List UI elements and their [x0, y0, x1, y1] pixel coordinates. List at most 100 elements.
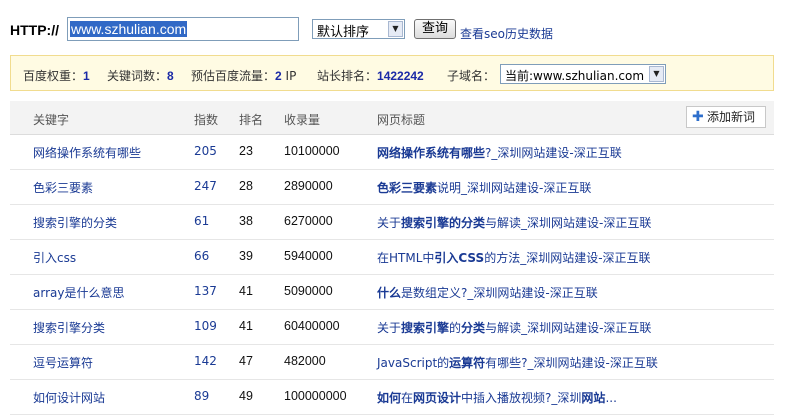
index-link[interactable]: 61: [194, 214, 209, 228]
page-title-link[interactable]: 关于搜索引擎的分类与解读_深圳网站建设-深正互联: [377, 319, 651, 336]
title-segment: 在HTML中: [377, 251, 435, 265]
keyword-count-value: 8: [167, 69, 174, 83]
protocol-label: HTTP://: [10, 22, 59, 38]
stat-baidu-weight: 百度权重：1: [23, 69, 90, 83]
table-body: 网络操作系统有哪些 205 23 10100000 网络操作系统有哪些?_深圳网站建设-…: [10, 135, 774, 415]
title-segment: 关于: [377, 321, 402, 335]
indexed-count: 5090000: [284, 284, 333, 298]
index-link[interactable]: 137: [194, 284, 217, 298]
index-link[interactable]: 89: [194, 389, 209, 403]
query-button[interactable]: 查询: [414, 19, 456, 39]
title-segment: 关于: [377, 216, 402, 230]
title-segment: 与解读_深圳网站建设-深正互联: [485, 321, 652, 335]
title-segment: 网页设计: [413, 391, 462, 405]
table-row: 搜索引擎的分类 61 38 6270000 关于搜索引擎的分类与解读_深圳网站建设-深正…: [10, 205, 774, 240]
sort-select[interactable]: 默认排序 ▼: [312, 19, 405, 40]
index-link[interactable]: 205: [194, 144, 217, 158]
title-segment: 在: [401, 391, 414, 405]
table-row: 色彩三要素 247 28 2890000 色彩三要素说明_深圳网站建设-深正互联: [10, 170, 774, 205]
title-segment: 搜索引擎: [401, 321, 450, 335]
stat-traffic: 预估百度流量：2 IP: [191, 69, 297, 83]
title-segment: 分类: [461, 321, 486, 335]
title-segment: 网络操作系统有哪些: [377, 146, 486, 160]
page-title-link[interactable]: 在HTML中引入CSS的方法_深圳网站建设-深正互联: [377, 249, 651, 266]
chevron-down-icon[interactable]: ▼: [388, 21, 403, 37]
keyword-link[interactable]: 网络操作系统有哪些: [33, 144, 141, 161]
title-segment: 与解读_深圳网站建设-深正互联: [485, 216, 652, 230]
rank-value: 41: [239, 284, 253, 298]
chevron-down-icon[interactable]: ▼: [649, 66, 664, 82]
keyword-link[interactable]: array是什么意思: [33, 284, 124, 301]
indexed-count: 5940000: [284, 249, 333, 263]
keyword-link[interactable]: 搜索引擎分类: [33, 319, 105, 336]
page-title-link[interactable]: 网络操作系统有哪些?_深圳网站建设-深正互联: [377, 144, 622, 161]
indexed-count: 10100000: [284, 144, 340, 158]
indexed-count: 2890000: [284, 179, 333, 193]
header-rank: 排名: [239, 113, 264, 127]
query-bar: HTTP:// www.szhulian.com 默认排序 ▼ 查询 查看seo…: [10, 16, 780, 44]
indexed-count: 482000: [284, 354, 326, 368]
subdomain-label: 子域名：: [447, 69, 496, 83]
title-segment: 的方法_深圳网站建设-深正互联: [484, 251, 651, 265]
title-segment: 色彩三要素: [377, 181, 438, 195]
table-row: 如何设计网站 89 49 100000000 如何在网页设计中插入播放视频?_深圳网站.…: [10, 380, 774, 415]
add-keyword-button[interactable]: ✚ 添加新词: [686, 106, 766, 128]
seo-history-link[interactable]: 查看seo历史数据: [460, 25, 553, 42]
header-page-title: 网页标题: [377, 113, 426, 127]
plus-icon: ✚: [692, 109, 704, 125]
header-keyword: 关键字: [33, 113, 70, 127]
title-segment: 什么: [377, 286, 402, 300]
stat-webmaster-rank: 站长排名：1422242: [317, 69, 424, 83]
title-segment: 说明_深圳网站建设-深正互联: [437, 181, 592, 195]
rank-value: 28: [239, 179, 253, 193]
title-segment: ?_深圳网站建设-深正互联: [485, 146, 622, 160]
table-row: 引入css 66 39 5940000 在HTML中引入CSS的方法_深圳网站建设-深正…: [10, 240, 774, 275]
table-row: 搜索引擎分类 109 41 60400000 关于搜索引擎的分类与解读_深圳网站建设-深…: [10, 310, 774, 345]
table-header: 关键字 指数 排名 收录量 网页标题 ✚ 添加新词: [10, 101, 774, 135]
add-keyword-label: 添加新词: [707, 110, 756, 124]
table-row: 网络操作系统有哪些 205 23 10100000 网络操作系统有哪些?_深圳网站建设-…: [10, 135, 774, 170]
webmaster-rank-value: 1422242: [377, 69, 424, 83]
table-row: 逗号运算符 142 47 482000 JavaScript的运算符有哪些?_深圳网站建…: [10, 345, 774, 380]
title-segment: 如何: [377, 391, 402, 405]
title-segment: 运算符: [449, 356, 486, 370]
title-segment: 的: [449, 321, 462, 335]
header-index: 指数: [194, 113, 219, 127]
title-segment: 有哪些?_深圳网站建设-深正互联: [485, 356, 658, 370]
keyword-link[interactable]: 色彩三要素: [33, 179, 93, 196]
stats-bar: 百度权重：1 关键词数：8 预估百度流量：2 IP 站长排名：1422242 子…: [10, 55, 774, 91]
title-segment: 网站: [581, 391, 606, 405]
domain-input[interactable]: www.szhulian.com: [67, 17, 299, 41]
sort-select-value: 默认排序: [317, 25, 370, 40]
page-title-link[interactable]: 关于搜索引擎的分类与解读_深圳网站建设-深正互联: [377, 214, 651, 231]
indexed-count: 100000000: [284, 389, 347, 403]
rank-value: 41: [239, 319, 253, 333]
traffic-unit: IP: [285, 69, 297, 83]
keyword-link[interactable]: 引入css: [33, 249, 76, 266]
index-link[interactable]: 109: [194, 319, 217, 333]
keyword-link[interactable]: 搜索引擎的分类: [33, 214, 117, 231]
indexed-count: 60400000: [284, 319, 340, 333]
index-link[interactable]: 247: [194, 179, 217, 193]
rank-value: 38: [239, 214, 253, 228]
title-segment: 引入CSS: [434, 251, 485, 265]
domain-input-value: www.szhulian.com: [70, 21, 188, 37]
keyword-link[interactable]: 如何设计网站: [33, 389, 105, 406]
traffic-value: 2: [275, 69, 282, 83]
page-title-link[interactable]: JavaScript的运算符有哪些?_深圳网站建设-深正互联: [377, 354, 658, 371]
indexed-count: 6270000: [284, 214, 333, 228]
page-title-link[interactable]: 什么是数组定义?_深圳网站建设-深正互联: [377, 284, 598, 301]
title-segment: JavaScript的: [377, 356, 450, 370]
page-title-link[interactable]: 如何在网页设计中插入播放视频?_深圳网站...: [377, 389, 617, 406]
baidu-weight-value: 1: [83, 69, 90, 83]
index-link[interactable]: 66: [194, 249, 209, 263]
page-title-link[interactable]: 色彩三要素说明_深圳网站建设-深正互联: [377, 179, 591, 196]
keyword-table: 关键字 指数 排名 收录量 网页标题 ✚ 添加新词 网络操作系统有哪些 205 23…: [10, 101, 774, 415]
subdomain-select[interactable]: 当前:www.szhulian.com ▼: [500, 64, 666, 84]
subdomain-select-value: 当前:www.szhulian.com: [505, 69, 645, 83]
index-link[interactable]: 142: [194, 354, 217, 368]
keyword-link[interactable]: 逗号运算符: [33, 354, 93, 371]
stat-keyword-count: 关键词数：8: [107, 69, 174, 83]
title-segment: ...: [605, 391, 617, 405]
title-segment: 中插入播放视频?_深圳: [461, 391, 582, 405]
